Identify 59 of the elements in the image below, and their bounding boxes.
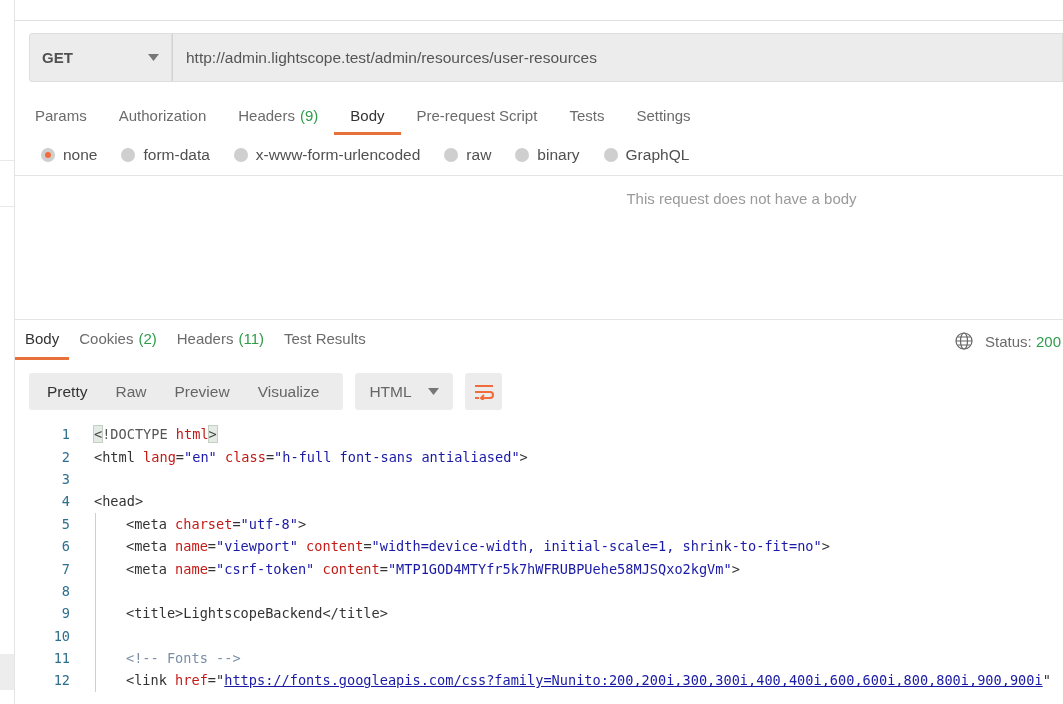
radio-icon[interactable] [603,148,618,162]
sidebar-item[interactable] [0,654,14,690]
line-number: 6 [60,538,70,555]
code-line: <title>LightscopeBackend</title> [125,605,388,622]
code-line: <link href="https://fonts.googleapis.com/css?family=Nunito:200,200i,300,300i,400,400i,600,600i,800,800i,900,900i" [125,672,1051,689]
radio-icon[interactable] [233,148,248,162]
radio-icon[interactable] [515,148,530,162]
response-tab[interactable]: Test Results [274,320,376,360]
radio-icon[interactable] [444,148,459,162]
code-line: <html lang="en" class="h-full font-sans antialiased"> [94,448,528,465]
line-number: 12 [52,672,70,689]
code-line: <!-- Fonts --> [125,650,241,667]
view-mode-tab[interactable]: Visualize [243,373,334,410]
code-line: <meta name="csrf-token" content="MTP1GOD4MTYfr5k7hWFRUBPUehe58MJSQxo2kgVm"> [125,560,740,577]
line-number: 10 [52,627,70,644]
line-number: 8 [60,582,70,599]
caret-icon [428,388,440,395]
response-tab[interactable]: Body [15,320,70,360]
view-mode-tab[interactable]: Raw [101,373,161,410]
method-dropdown[interactable]: GET [29,33,172,82]
line-number: 3 [60,470,70,487]
response-tab[interactable]: Headers (11) [166,320,274,360]
line-number: 9 [60,605,70,622]
request-tab[interactable]: Settings [620,99,707,135]
request-tab[interactable]: Params [19,99,103,135]
wrap-lines-icon [473,383,494,400]
view-mode-tab[interactable]: Pretty [33,373,102,410]
code-line: <meta charset="utf-8"> [125,515,307,532]
code-line: <head> [94,493,144,510]
caret-icon [148,54,159,61]
body-type-radio[interactable]: none [41,146,98,164]
view-mode-tab[interactable]: Preview [160,373,244,410]
code-line: <!DOCTYPE html> [94,426,217,443]
radio-icon[interactable] [121,148,136,162]
globe-icon[interactable] [955,332,974,350]
request-tab[interactable]: Authorization [102,99,223,135]
request-tab[interactable]: Headers (9) [222,99,335,135]
status-text: Status: 200 [985,332,1061,350]
line-number: 1 [60,426,70,443]
body-type-radio[interactable]: binary [515,146,580,164]
format-dropdown[interactable]: HTML [355,373,454,410]
request-tab[interactable]: Body [334,99,401,135]
request-tab[interactable]: Pre-request Script [400,99,554,135]
response-tab[interactable]: Cookies (2) [69,320,167,360]
empty-body-message: This request does not have a body [626,190,857,208]
body-type-radio[interactable]: raw [444,146,492,164]
body-type-radio[interactable]: GraphQL [603,146,690,164]
line-number: 5 [60,515,70,532]
request-tab[interactable]: Tests [553,99,621,135]
wrap-lines-button[interactable] [465,373,503,410]
line-number: 11 [52,650,70,667]
code-line: <meta name="viewport" content="width=device-width, initial-scale=1, shrink-to-fit=no"> [125,538,830,555]
line-number: 4 [60,493,70,510]
url-field[interactable]: http://admin.lightscope.test/admin/resources/user-resources [172,33,1063,82]
line-number: 7 [60,560,70,577]
radio-icon[interactable] [41,148,55,162]
line-number: 2 [60,448,70,465]
body-type-radio[interactable]: form-data [121,146,210,164]
body-type-radio[interactable]: x-www-form-urlencoded [233,146,421,164]
